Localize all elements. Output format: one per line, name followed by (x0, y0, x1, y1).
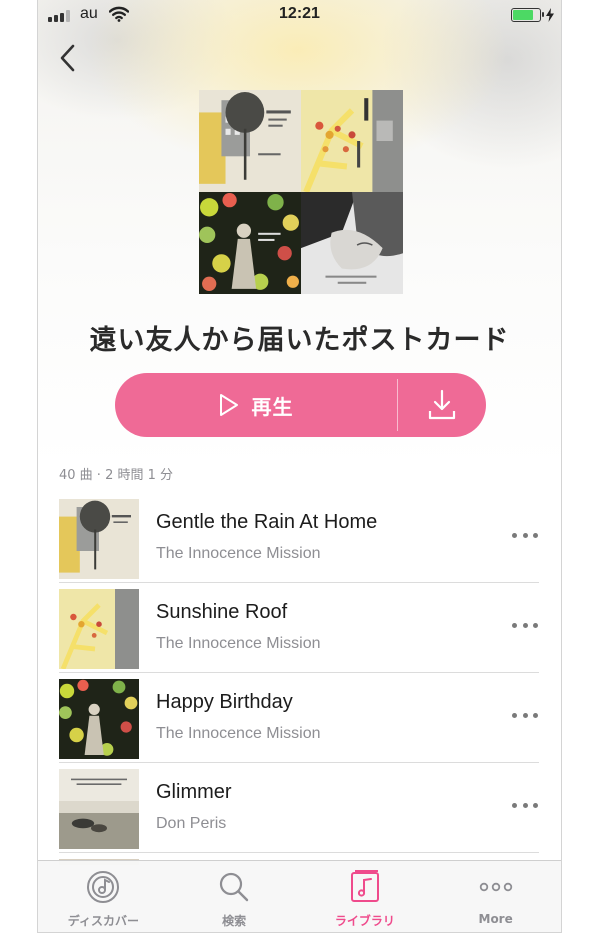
track-artwork (59, 679, 139, 759)
track-row[interactable]: Gentle the Rain At Home The Innocence Mi… (38, 493, 561, 583)
play-icon (219, 394, 238, 416)
playlist-artwork (199, 90, 403, 294)
tab-label: More (478, 912, 513, 926)
play-download-control: 再生 (115, 373, 486, 437)
track-title: Glimmer (156, 781, 232, 803)
track-title: Happy Birthday (156, 691, 293, 713)
album-cover-3 (199, 192, 301, 294)
library-icon (350, 870, 379, 902)
track-artwork (59, 769, 139, 849)
tab-label: 検索 (222, 914, 247, 928)
track-title: Sunshine Roof (156, 601, 288, 623)
download-icon (428, 389, 456, 420)
tab-library[interactable]: ライブラリ (300, 861, 431, 932)
track-title: Gentle the Rain At Home (156, 511, 378, 533)
tab-label: ディスカバー (67, 914, 139, 928)
phone-screen: au 12:21 遠い友人から届いたポストカード 再生 40 曲 · 2 時間 … (37, 0, 562, 933)
download-button[interactable] (398, 373, 486, 437)
track-row[interactable]: Glimmer Don Peris (38, 763, 561, 853)
album-cover-2 (301, 90, 403, 192)
track-artist: The Innocence Mission (156, 635, 321, 652)
album-cover-4 (301, 192, 403, 294)
play-button[interactable]: 再生 (115, 373, 396, 437)
track-artwork (59, 589, 139, 669)
tab-more[interactable]: More (430, 861, 561, 932)
track-row[interactable]: Sunshine Roof The Innocence Mission (38, 583, 561, 673)
track-list: Gentle the Rain At Home The Innocence Mi… (38, 493, 561, 853)
tab-label: ライブラリ (334, 914, 395, 928)
discover-icon (87, 871, 120, 903)
track-artist: The Innocence Mission (156, 725, 321, 742)
playlist-meta: 40 曲 · 2 時間 1 分 (59, 468, 174, 483)
status-time: 12:21 (279, 5, 320, 22)
battery-icon (511, 8, 544, 22)
more-icon (479, 882, 512, 892)
more-options-icon[interactable] (512, 617, 538, 633)
album-cover-1 (199, 90, 301, 192)
status-bar: au 12:21 (38, 0, 561, 30)
more-options-icon[interactable] (512, 797, 538, 813)
track-artwork (59, 499, 139, 579)
track-artist: Don Peris (156, 815, 227, 832)
search-icon (220, 872, 249, 902)
track-artist: The Innocence Mission (156, 545, 321, 562)
charging-bolt-icon (546, 8, 554, 22)
tab-bar: ディスカバー 検索 ライブラリ More (38, 860, 561, 932)
back-chevron-icon[interactable] (56, 42, 80, 74)
row-separator (59, 852, 539, 853)
tab-search[interactable]: 検索 (169, 861, 300, 932)
more-options-icon[interactable] (512, 707, 538, 723)
playlist-title: 遠い友人から届いたポストカード (89, 325, 510, 356)
more-options-icon[interactable] (512, 527, 538, 543)
play-label: 再生 (251, 394, 294, 419)
track-row[interactable]: Happy Birthday The Innocence Mission (38, 673, 561, 763)
tab-discover[interactable]: ディスカバー (38, 861, 169, 932)
